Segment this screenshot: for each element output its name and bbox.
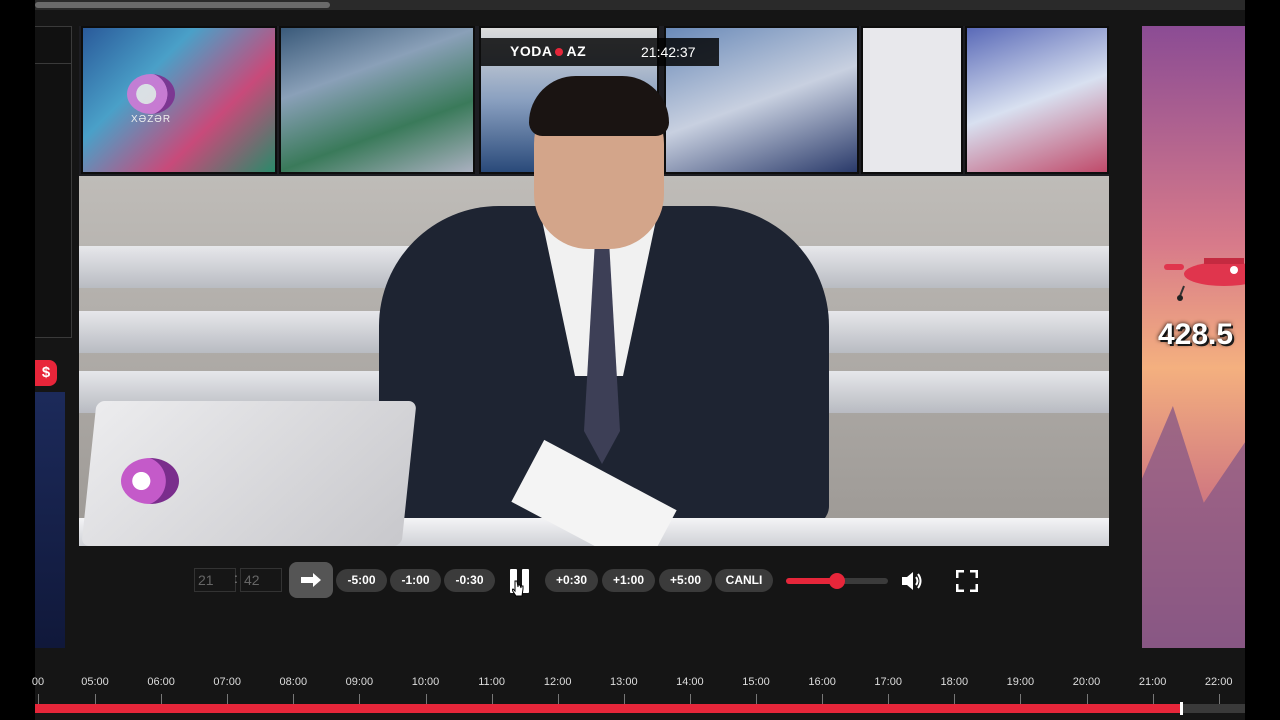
timeline-tick-mark [161,694,163,704]
channel-logo: XƏZƏR [109,74,179,126]
timeline-tick-label: 17:00 [874,676,902,688]
ad-value-text: 428.5 [1158,318,1234,351]
brand-right: AZ [566,43,587,59]
timeline-tick-label: 20:00 [1072,676,1101,688]
timeline-tick-label: 08:00 [279,676,308,688]
timeline-tick-mark [95,694,96,704]
channel-logo-icon [127,74,175,114]
timeline-tick-label: 12:00 [543,676,572,688]
hour-input[interactable]: 21 [194,568,236,592]
timeline-tick-mark [954,694,956,704]
timeline-tick-mark [756,694,757,704]
scrollbar-thumb[interactable] [35,2,330,8]
brand-left: YODA [510,43,553,59]
timeline-tick-label: 19:00 [1006,676,1035,688]
timeline-tick-mark [491,694,493,704]
timeline-tick-mark [227,694,229,704]
timeline-tick-label: 15:00 [742,676,770,688]
panel-divider [35,63,71,64]
timeline-tick-label: 21:00 [1138,676,1167,688]
speaker-icon[interactable] [900,570,924,592]
timeline-tick-mark [623,694,625,704]
horizontal-scrollbar[interactable] [35,0,1245,10]
timeline-tick-mark [359,694,361,704]
side-ad-banner[interactable]: 428.5 [1142,26,1245,648]
timeline-tick-label: 13:00 [610,676,638,688]
seek-back-5-button[interactable]: -5:00 [336,569,387,592]
time-separator: : [234,570,238,586]
timeline-tick-label: 18:00 [940,676,969,688]
video-player[interactable]: XƏZƏR YODA AZ 21:42:37 [79,26,1109,546]
player-controls: 21 : 42 -5:00 -1:00 -0:30 +0:30 +1:00 +5… [0,560,1280,600]
timeline-tick-mark [689,694,691,704]
timeline-tick-label: 14:00 [676,676,704,688]
seek-forward-5-button[interactable]: +5:00 [659,569,712,592]
ad-mountain [1142,406,1245,648]
osd-overlay: YODA AZ 21:42:37 [481,38,719,66]
timeline-tick-label: 00 [31,676,45,688]
timeline-tick-mark [425,694,427,704]
seek-forward-1-button[interactable]: +1:00 [602,569,655,592]
timeline-tick-mark [293,694,295,704]
volume-knob[interactable] [829,573,845,589]
timeline-tick-label: 06:00 [147,676,175,688]
left-channel-panel[interactable] [35,26,72,338]
left-badge[interactable]: $ [35,360,57,386]
timeline-tick-mark [1086,694,1088,704]
progress-head[interactable] [1179,702,1183,715]
fullscreen-icon[interactable] [956,570,978,592]
timeline-tick-mark [38,694,39,704]
timeline-tick-label: 10:00 [411,676,440,688]
timeline-tick-mark [822,694,824,704]
seek-forward-30s-button[interactable]: +0:30 [545,569,598,592]
brand-dot-icon [555,48,564,57]
seek-back-1-button[interactable]: -1:00 [390,569,441,592]
brand-logo: YODA AZ [510,43,586,59]
timeline-tick-label: 11:00 [478,676,505,688]
timeline-tick-label: 07:00 [213,676,241,688]
timeline-tick-label: 16:00 [808,676,836,688]
volume-slider[interactable] [786,573,888,589]
go-to-time-button[interactable] [289,562,333,598]
timeline-tick-mark [888,694,890,704]
timeline-tick-mark [557,694,559,704]
arrow-right-icon [301,573,321,587]
live-button[interactable]: CANLI [715,569,773,592]
channel-logo-text: XƏZƏR [131,114,172,125]
minute-input[interactable]: 42 [240,568,282,592]
osd-clock: 21:42:37 [641,44,696,60]
progress-fill [35,704,1180,713]
timeline-tick-label: 22:00 [1204,676,1233,688]
seek-back-30s-button[interactable]: -0:30 [444,569,495,592]
left-banner[interactable] [35,392,65,648]
timeline-tick-mark [1020,694,1022,704]
mouse-cursor-icon [512,580,524,597]
timeline-progress[interactable] [35,702,1245,715]
airplane-icon [1164,258,1245,301]
timeline-tick-mark [1218,694,1220,704]
anchor-hair [529,76,669,136]
timeline-tick-label: 05:00 [81,676,109,688]
timeline-tick-mark [1152,694,1154,704]
timeline-tick-label: 09:00 [345,676,374,688]
timeline-ticks[interactable]: 00 05:00 06:00 07:00 08:00 09:00 10:00 11:00 12:… [31,676,1245,706]
laptop-logo-icon [121,458,179,504]
